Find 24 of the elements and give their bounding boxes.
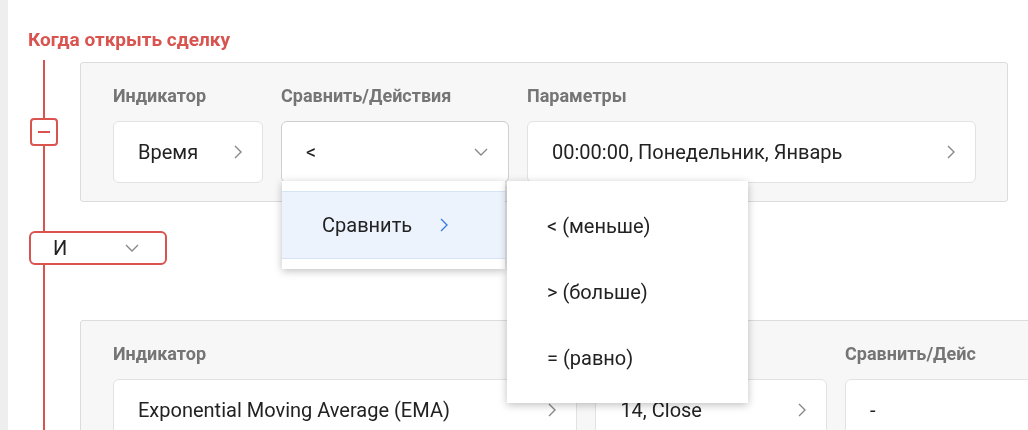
picker-field[interactable]: Время [113,121,263,183]
picker-field[interactable]: - [845,379,1028,430]
field-label: Сравнить/Действия [281,84,452,108]
picker-field[interactable]: 00:00:00, Понедельник, Январь [527,121,976,183]
minus-icon [38,131,50,133]
section-title: Когда открыть сделку [28,28,230,52]
chevron-down-icon [474,148,488,156]
menu-item[interactable]: = (равно) [507,325,748,391]
menu-item[interactable]: > (больше) [507,259,748,325]
select-field[interactable]: < [281,121,509,183]
collapse-button[interactable] [30,118,58,146]
field-label: Параметры [527,84,627,108]
chevron-right-icon [234,145,242,159]
picker-field[interactable]: Exponential Moving Average (EMA) [113,379,578,430]
chevron-right-icon [798,403,807,417]
field-label: Индикатор [113,84,206,108]
logic-select[interactable]: И [29,231,167,265]
chevron-down-icon [125,244,139,252]
chevron-right-icon [440,218,449,232]
menu-item[interactable]: Сравнить [282,191,505,259]
chevron-right-icon [947,145,955,159]
field-label: Индикатор [113,342,206,366]
menu-item[interactable]: < (меньше) [507,193,748,259]
field-label: Сравнить/Дейс [845,342,976,366]
